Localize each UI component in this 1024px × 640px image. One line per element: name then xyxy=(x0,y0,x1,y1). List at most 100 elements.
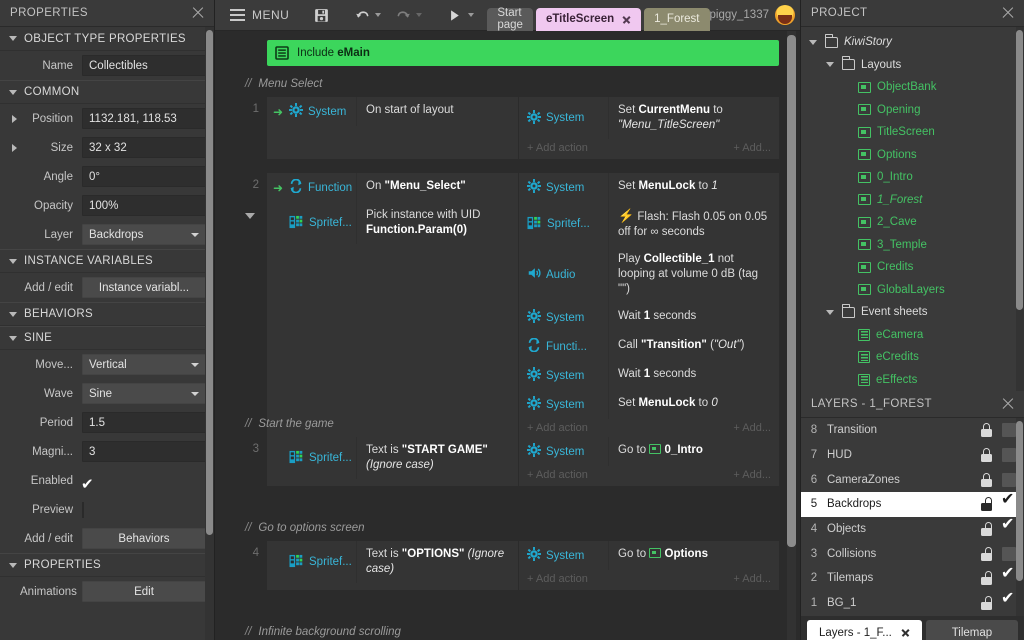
chevron-down-icon-3[interactable] xyxy=(468,13,474,17)
tab-1-forest[interactable]: 1_Forest xyxy=(644,8,709,31)
condition-row[interactable]: Spritef...Text is "OPTIONS" (Ignore case… xyxy=(267,541,518,583)
property-button[interactable]: Behaviors xyxy=(82,528,206,549)
event-block[interactable]: 3Spritef...Text is "START GAME" (Ignore … xyxy=(267,437,779,501)
tree-node-0-intro[interactable]: 0_Intro xyxy=(801,166,1024,189)
action-row[interactable]: SystemGo to 0_Intro xyxy=(519,437,779,466)
property-input[interactable]: 0° xyxy=(82,166,206,187)
close-icon-dock-tab[interactable] xyxy=(901,628,910,637)
redo-button[interactable] xyxy=(388,0,429,31)
event-block[interactable]: 2➜FunctionOn "Menu_Select"Spritef...Pick… xyxy=(267,173,779,397)
close-icon-tab[interactable] xyxy=(622,15,631,24)
layer-row-tilemaps[interactable]: 2Tilemaps xyxy=(801,566,1024,591)
action-row[interactable]: Functi...Call "Transition" ("Out") xyxy=(519,332,779,361)
chevron-down-icon[interactable] xyxy=(826,310,834,315)
layer-row-hud[interactable]: 7HUD xyxy=(801,443,1024,468)
property-input[interactable]: 3 xyxy=(82,441,206,462)
tree-node-options[interactable]: Options xyxy=(801,144,1024,167)
preview-button[interactable] xyxy=(439,0,481,31)
undo-button[interactable] xyxy=(347,0,388,31)
action-row[interactable]: SystemWait 1 seconds xyxy=(519,303,779,332)
tree-node-ecamera[interactable]: eCamera xyxy=(801,324,1024,347)
chevron-down-icon[interactable] xyxy=(191,233,199,237)
chevron-down-icon[interactable] xyxy=(9,563,17,568)
tree-node-3-temple[interactable]: 3_Temple xyxy=(801,234,1024,257)
lock-closed-icon[interactable] xyxy=(980,448,996,462)
save-button[interactable] xyxy=(306,0,337,31)
property-dropdown[interactable]: Vertical xyxy=(82,354,206,375)
chevron-down-icon[interactable] xyxy=(9,259,17,264)
condition-row[interactable]: Spritef...Text is "START GAME" (Ignore c… xyxy=(267,437,518,479)
chevron-down-icon-2[interactable] xyxy=(416,13,422,17)
property-input[interactable]: 1132.181, 118.53 xyxy=(82,108,206,129)
tab-start-page[interactable]: Start page xyxy=(487,8,533,31)
lock-open-icon[interactable] xyxy=(980,547,996,561)
chevron-down-icon[interactable] xyxy=(191,363,199,367)
layer-visibility-checkbox[interactable] xyxy=(1002,473,1016,487)
condition-row[interactable]: SystemOn start of layout xyxy=(267,97,518,126)
layer-row-transition[interactable]: 8Transition xyxy=(801,418,1024,443)
close-icon-layers[interactable] xyxy=(1000,396,1016,412)
action-row[interactable]: SystemSet MenuLock to 0 xyxy=(519,390,779,419)
chevron-right-icon[interactable] xyxy=(12,144,17,152)
chevron-down-icon[interactable] xyxy=(375,13,381,17)
event-collapse-icon[interactable] xyxy=(245,213,255,219)
event-sheet-scrollbar-thumb[interactable] xyxy=(787,35,796,547)
layer-row-objects[interactable]: 4Objects xyxy=(801,517,1024,542)
layers-list[interactable]: 8Transition7HUD6CameraZones5Backdrops4Ob… xyxy=(801,418,1024,616)
event-sheet-canvas[interactable]: Include eMain //Menu Select1➜SystemOn st… xyxy=(215,31,800,640)
layer-visibility-checkbox[interactable] xyxy=(1002,497,1016,511)
tab-etitlescreen[interactable]: eTitleScreen xyxy=(536,8,641,31)
condition-row[interactable]: FunctionOn "Menu_Select" xyxy=(267,173,518,202)
close-icon[interactable] xyxy=(190,5,206,21)
lock-open-icon[interactable] xyxy=(980,497,996,511)
action-row[interactable]: Spritef...⚡ Flash: Flash 0.05 on 0.05 of… xyxy=(519,202,779,246)
close-icon-project[interactable] xyxy=(1000,5,1016,21)
chevron-down-icon[interactable] xyxy=(9,90,17,95)
chevron-down-icon[interactable] xyxy=(9,36,17,41)
property-button[interactable]: Edit xyxy=(82,581,206,602)
add-action-row[interactable]: + Add action+ Add... xyxy=(519,570,779,590)
chevron-right-icon[interactable] xyxy=(12,115,17,123)
event-block[interactable]: 4Spritef...Text is "OPTIONS" (Ignore cas… xyxy=(267,541,779,605)
lock-open-icon[interactable] xyxy=(980,571,996,585)
event-block[interactable]: 1➜SystemOn start of layoutSystemSet Curr… xyxy=(267,97,779,161)
lock-closed-icon[interactable] xyxy=(980,423,996,437)
tree-node-titlescreen[interactable]: TitleScreen xyxy=(801,121,1024,144)
layers-scrollbar-thumb[interactable] xyxy=(1016,421,1023,581)
action-row[interactable]: SystemGo to Options xyxy=(519,541,779,570)
project-scrollbar-thumb[interactable] xyxy=(1016,30,1023,310)
project-tree[interactable]: KiwiStoryLayoutsObjectBankOpeningTitleSc… xyxy=(801,27,1024,391)
tree-node-opening[interactable]: Opening xyxy=(801,99,1024,122)
chevron-down-icon[interactable] xyxy=(826,62,834,67)
property-input[interactable]: 32 x 32 xyxy=(82,137,206,158)
layer-row-backdrops[interactable]: 5Backdrops xyxy=(801,492,1024,517)
action-row[interactable]: SystemSet MenuLock to 1 xyxy=(519,173,779,202)
tree-node-globallayers[interactable]: GlobalLayers xyxy=(801,279,1024,302)
property-input[interactable]: 1.5 xyxy=(82,412,206,433)
lock-open-icon[interactable] xyxy=(980,596,996,610)
dock-tab-tilemap[interactable]: Tilemap xyxy=(926,620,1018,640)
add-action-row[interactable]: + Add action+ Add... xyxy=(519,139,779,159)
property-dropdown[interactable]: Sine xyxy=(82,383,206,404)
tree-node-event-sheets[interactable]: Event sheets xyxy=(801,301,1024,324)
checkbox-preview[interactable] xyxy=(82,502,84,518)
layer-visibility-checkbox[interactable] xyxy=(1002,522,1016,536)
layer-visibility-checkbox[interactable] xyxy=(1002,571,1016,585)
properties-scrollbar-thumb[interactable] xyxy=(206,30,213,535)
layer-visibility-checkbox[interactable] xyxy=(1002,596,1016,610)
tree-node-layouts[interactable]: Layouts xyxy=(801,54,1024,77)
add-action-row[interactable]: + Add action+ Add... xyxy=(519,419,779,439)
lock-open-icon[interactable] xyxy=(980,522,996,536)
property-input[interactable]: Collectibles xyxy=(82,55,206,76)
layer-row-collisions[interactable]: 3Collisions xyxy=(801,541,1024,566)
tree-node-eeffects[interactable]: eEffects xyxy=(801,369,1024,392)
property-dropdown[interactable]: Backdrops xyxy=(82,224,206,245)
action-row[interactable]: SystemWait 1 seconds xyxy=(519,361,779,390)
chevron-down-icon[interactable] xyxy=(809,40,817,45)
property-button[interactable]: Instance variabl... xyxy=(82,277,206,298)
main-menu-button[interactable]: MENU xyxy=(223,0,296,31)
condition-row[interactable]: Spritef...Pick instance with UID Functio… xyxy=(267,202,518,244)
tree-node-ecredits[interactable]: eCredits xyxy=(801,346,1024,369)
tree-node-credits[interactable]: Credits xyxy=(801,256,1024,279)
dock-tab-layers-1-f-[interactable]: Layers - 1_F... xyxy=(807,620,922,640)
